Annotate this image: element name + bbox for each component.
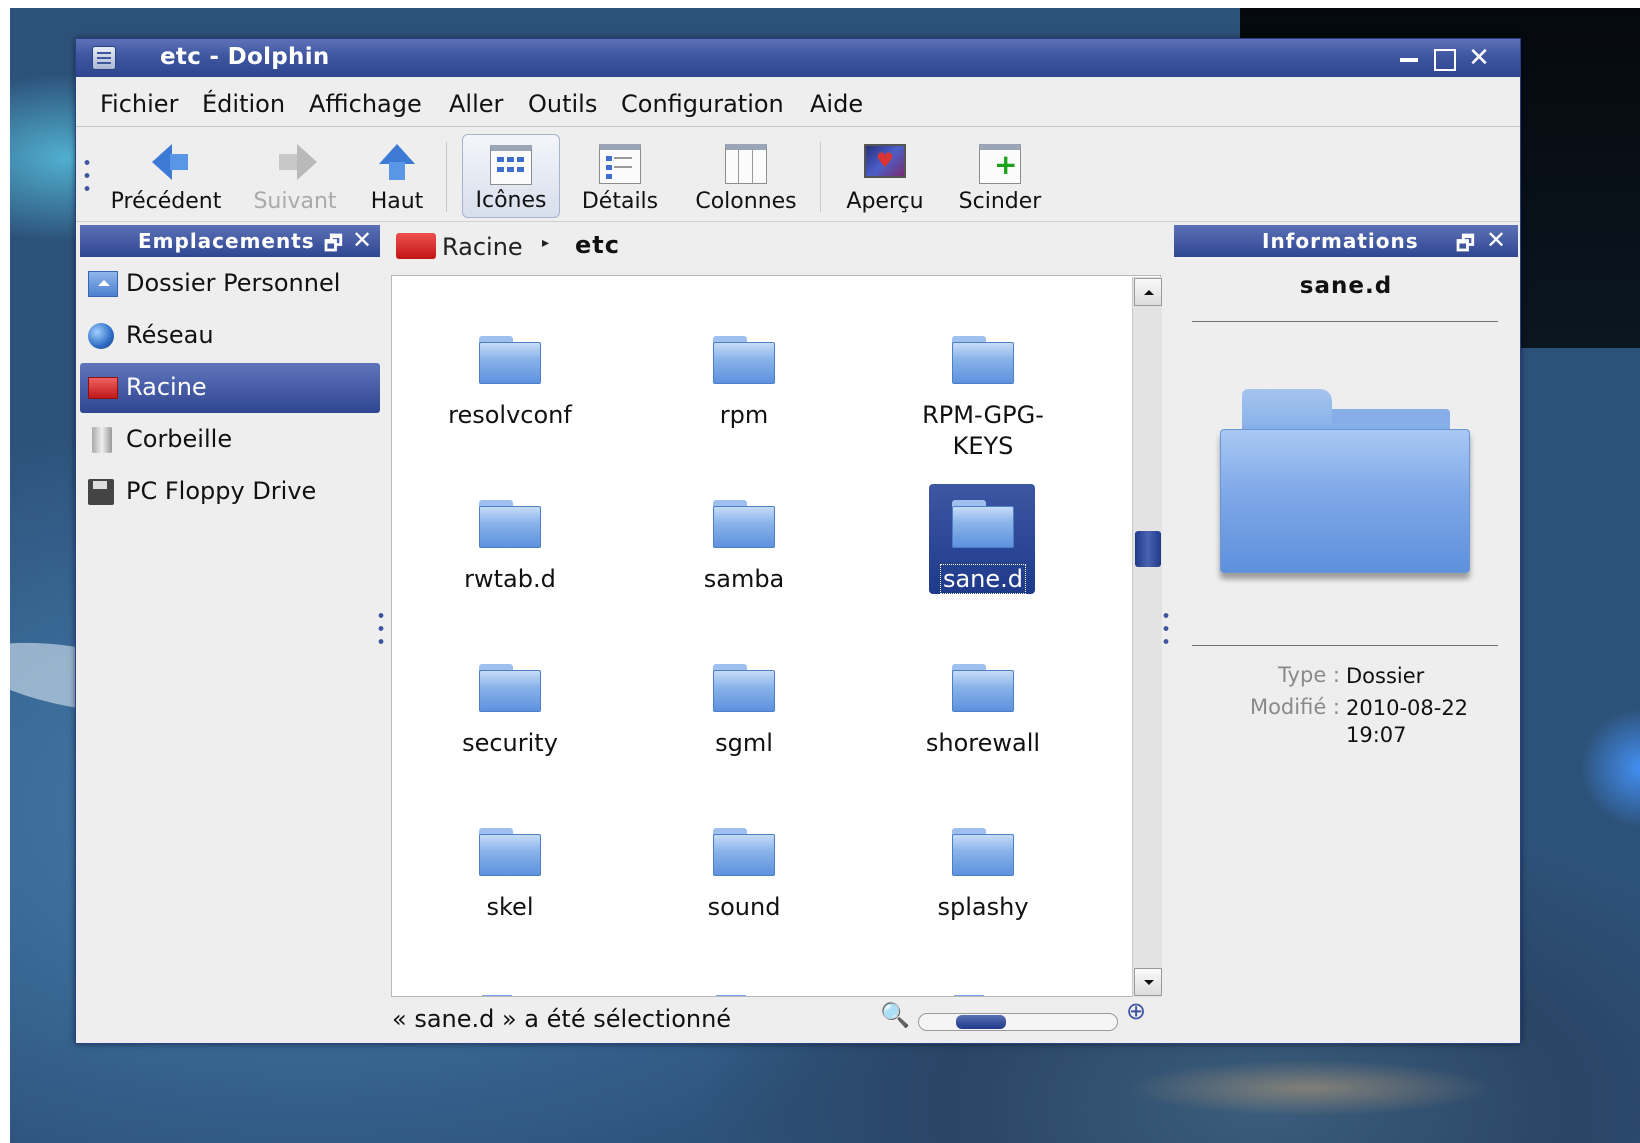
zoom-in-icon[interactable]: ⊕ <box>1126 997 1146 1025</box>
close-button[interactable]: ✕ <box>1464 43 1494 73</box>
window-title: etc - Dolphin <box>160 44 330 70</box>
details-view-icon <box>599 144 641 184</box>
folder-icon <box>954 995 984 996</box>
breadcrumb-current[interactable]: etc <box>575 231 620 259</box>
up-button[interactable]: Haut <box>362 134 432 218</box>
main-toolbar: Précédent Suivant Haut Icônes Détails Co… <box>76 128 1520 222</box>
detach-icon[interactable]: 🗗 <box>324 229 344 263</box>
menu-bar: Fichier Édition Affichage Aller Outils C… <box>76 77 1520 127</box>
status-text: « sane.d » a été sélectionné <box>392 1005 732 1033</box>
folder-icon <box>479 664 541 712</box>
folder-icon <box>952 500 1014 548</box>
folder-icon <box>479 828 541 876</box>
back-button[interactable]: Précédent <box>104 134 228 218</box>
places-panel: Emplacements 🗗 ✕ Dossier Personnel Résea… <box>80 225 380 1043</box>
folder-icon <box>952 664 1014 712</box>
network-globe-icon <box>88 323 114 349</box>
zoom-out-icon[interactable]: 🔍 <box>880 1001 910 1029</box>
zoom-slider[interactable] <box>918 1013 1118 1031</box>
place-item-floppy[interactable]: PC Floppy Drive <box>80 467 380 517</box>
folder-icon <box>479 500 541 548</box>
menu-edition[interactable]: Édition <box>202 90 285 118</box>
status-bar: « sane.d » a été sélectionné 🔍 ⊕ <box>392 997 1162 1041</box>
menu-configuration[interactable]: Configuration <box>621 90 784 118</box>
folder-icon <box>482 995 512 996</box>
information-panel-header[interactable]: Informations 🗗 ✕ <box>1174 225 1518 257</box>
dolphin-window: etc - Dolphin ✕ Fichier Édition Affichag… <box>75 38 1521 1044</box>
folder-icon <box>713 336 775 384</box>
menu-aide[interactable]: Aide <box>810 90 863 118</box>
information-panel: Informations 🗗 ✕ sane.d Type : Dossier M… <box>1174 225 1518 1043</box>
preview-button[interactable]: Aperçu <box>840 134 930 218</box>
dolphin-app-icon[interactable] <box>92 46 116 70</box>
folder-icon <box>713 500 775 548</box>
close-panel-icon[interactable]: ✕ <box>1486 226 1507 254</box>
zoom-slider-handle[interactable] <box>956 1015 1006 1029</box>
folder-icon <box>716 995 746 996</box>
information-panel-title: Informations <box>1262 229 1419 253</box>
folder-icon <box>479 336 541 384</box>
info-file-name: sane.d <box>1299 273 1393 299</box>
place-item-racine[interactable]: Racine <box>80 363 380 413</box>
toolbar-separator <box>446 142 447 212</box>
columns-view-icon <box>725 144 767 184</box>
split-view-icon <box>979 144 1021 184</box>
info-type-value: Dossier <box>1346 664 1425 688</box>
root-folder-icon <box>88 377 118 399</box>
folder-icon <box>713 664 775 712</box>
icons-view-button[interactable]: Icônes <box>462 134 560 218</box>
minimize-button[interactable] <box>1394 43 1424 73</box>
places-panel-title: Emplacements <box>138 229 315 253</box>
folder-icon <box>952 828 1014 876</box>
forward-button[interactable]: Suivant <box>246 134 344 218</box>
columns-view-button[interactable]: Colonnes <box>686 134 806 218</box>
maximize-button[interactable] <box>1428 43 1458 73</box>
left-splitter-handle[interactable] <box>378 609 384 649</box>
info-modified-value: 2010-08-22 19:07 <box>1346 696 1469 747</box>
place-item-dossier-personnel[interactable]: Dossier Personnel <box>80 259 380 309</box>
root-folder-icon <box>396 233 436 259</box>
menu-fichier[interactable]: Fichier <box>100 90 178 118</box>
scroll-down-button[interactable] <box>1134 968 1162 996</box>
trash-icon <box>92 427 112 453</box>
folder-icon <box>713 828 775 876</box>
icons-view-icon <box>490 145 532 185</box>
title-bar[interactable]: etc - Dolphin ✕ <box>76 39 1520 77</box>
menu-aller[interactable]: Aller <box>449 90 503 118</box>
vertical-scrollbar[interactable] <box>1132 277 1162 997</box>
place-item-reseau[interactable]: Réseau <box>80 311 380 361</box>
home-folder-icon <box>88 271 118 297</box>
place-item-corbeille[interactable]: Corbeille <box>80 415 380 465</box>
up-arrow-icon <box>379 144 415 180</box>
menu-affichage[interactable]: Affichage <box>309 90 422 118</box>
floppy-icon <box>88 479 114 505</box>
breadcrumb-arrow-icon[interactable]: ▸ <box>542 235 549 251</box>
right-splitter-handle[interactable] <box>1163 609 1169 649</box>
places-panel-header[interactable]: Emplacements 🗗 ✕ <box>80 225 380 257</box>
scroll-up-button[interactable] <box>1134 278 1162 306</box>
toolbar-separator <box>820 142 821 212</box>
divider <box>1192 321 1498 322</box>
large-folder-icon <box>1220 389 1470 579</box>
details-view-button[interactable]: Détails <box>570 134 670 218</box>
close-panel-icon[interactable]: ✕ <box>352 226 373 254</box>
back-arrow-icon <box>152 144 188 180</box>
breadcrumb: Racine ▸ etc <box>392 225 1162 269</box>
breadcrumb-root[interactable]: Racine <box>442 233 523 261</box>
toolbar-grip-handle[interactable] <box>84 156 90 196</box>
preview-image-icon <box>864 144 906 178</box>
detach-icon[interactable]: 🗗 <box>1456 229 1476 263</box>
menu-outils[interactable]: Outils <box>528 90 597 118</box>
folder-icon <box>952 336 1014 384</box>
file-view[interactable]: resolvconf rpm RPM-GPG-KEYS rwtab.d samb… <box>391 275 1161 997</box>
forward-arrow-icon <box>279 144 317 180</box>
divider <box>1192 645 1498 646</box>
split-button[interactable]: Scinder <box>952 134 1048 218</box>
scrollbar-thumb[interactable] <box>1135 531 1161 567</box>
